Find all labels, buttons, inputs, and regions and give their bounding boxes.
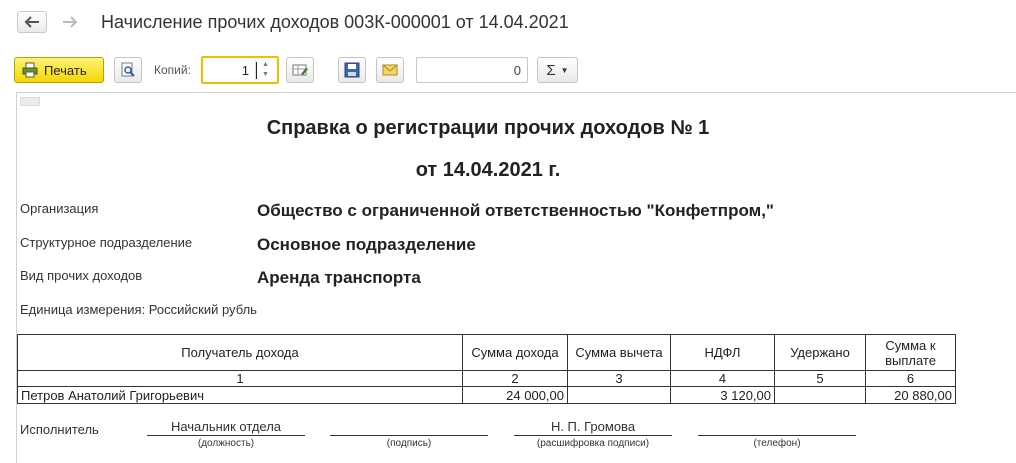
column-number: 4: [670, 370, 775, 387]
copies-value: 1: [241, 63, 249, 78]
header-recipient: Получатель дохода: [17, 334, 463, 371]
executor-label: Исполнитель: [20, 422, 99, 437]
dropdown-arrow-icon: ▼: [560, 65, 569, 75]
header-deduction-sum: Сумма вычета: [567, 334, 671, 371]
department-value: Основное подразделение: [257, 235, 476, 254]
document-corner-marker: [20, 97, 40, 106]
signature-name: Н. П. Громова (расшифровка подписи): [514, 419, 672, 449]
window-title: Начисление прочих доходов 003К-000001 от…: [101, 12, 569, 32]
sigma-icon: Σ: [546, 61, 556, 79]
header-payout-sum: Сумма к выплате: [865, 334, 956, 371]
income-table: Получатель дохода Сумма дохода Сумма выч…: [17, 334, 956, 404]
unit-of-measure: Единица измерения: Российский рубль: [20, 302, 257, 317]
sum-mode-button[interactable]: Σ ▼: [537, 57, 578, 83]
column-number: 5: [774, 370, 866, 387]
print-button-label: Печать: [44, 62, 87, 78]
sign-caption: (подпись): [386, 438, 432, 449]
copies-input[interactable]: 1 ▲ ▼: [201, 56, 279, 84]
envelope-icon: [382, 64, 398, 76]
preview-button[interactable]: [114, 57, 142, 83]
magnifier-page-icon: [121, 62, 135, 77]
arrow-left-icon: [24, 16, 39, 28]
back-button[interactable]: [17, 11, 47, 33]
document-date: от 14.04.2021 г.: [415, 159, 561, 181]
cell-recipient: Петров Анатолий Григорьевич: [17, 386, 463, 404]
income-type-label: Вид прочих доходов: [20, 268, 143, 283]
copies-label: Копий:: [154, 63, 191, 77]
header-ndfl: НДФЛ: [670, 334, 775, 371]
forward-button[interactable]: [55, 11, 85, 33]
edit-table-icon: [292, 64, 308, 76]
table-header-row: Получатель дохода Сумма дохода Сумма выч…: [17, 334, 956, 371]
floppy-disk-icon: [344, 62, 360, 78]
phone-value: [698, 419, 856, 436]
document-area: [16, 92, 1016, 463]
print-button[interactable]: Печать: [14, 57, 104, 83]
column-number: 6: [865, 370, 956, 387]
income-type-value: Аренда транспорта: [257, 268, 421, 287]
sum-value-field[interactable]: 0: [416, 57, 528, 83]
spin-up-icon[interactable]: ▲: [256, 60, 275, 70]
phone-caption: (телефон): [753, 438, 801, 449]
column-number: 1: [17, 370, 463, 387]
signature-position: Начальник отдела (должность): [147, 419, 305, 449]
cell-deduction-sum: [567, 386, 671, 404]
cell-income-sum: 24 000,00: [462, 386, 568, 404]
column-number: 2: [462, 370, 568, 387]
signature-sign: (подпись): [330, 419, 488, 449]
table-column-numbers-row: 1 2 3 4 5 6: [17, 370, 956, 387]
name-caption: (расшифровка подписи): [536, 438, 650, 449]
table-row: Петров Анатолий Григорьевич 24 000,00 3 …: [17, 386, 956, 404]
document-title: Справка о регистрации прочих доходов № 1: [266, 117, 710, 139]
sum-value: 0: [513, 63, 521, 78]
header-withheld: Удержано: [774, 334, 866, 371]
column-number: 3: [567, 370, 671, 387]
cell-payout-sum: 20 880,00: [865, 386, 956, 404]
edit-table-button[interactable]: [286, 57, 314, 83]
cell-withheld: [774, 386, 866, 404]
name-value: Н. П. Громова: [514, 419, 672, 436]
toolbar: Печать Копий: 1 ▲ ▼ 0 Σ ▼: [0, 56, 1016, 86]
send-email-button[interactable]: [376, 57, 404, 83]
save-button[interactable]: [338, 57, 366, 83]
title-bar: Начисление прочих доходов 003К-000001 от…: [0, 0, 1016, 46]
arrow-right-icon: [63, 16, 78, 28]
copies-spinner[interactable]: ▲ ▼: [255, 60, 275, 80]
position-caption: (должность): [197, 438, 255, 449]
cell-ndfl: 3 120,00: [670, 386, 775, 404]
organization-value: Общество с ограниченной ответственностью…: [257, 201, 774, 220]
sign-value: [330, 419, 488, 436]
organization-label: Организация: [20, 201, 99, 216]
printer-icon: [22, 62, 38, 78]
position-value: Начальник отдела: [147, 419, 305, 436]
department-label: Структурное подразделение: [20, 235, 193, 250]
signature-phone: (телефон): [698, 419, 856, 449]
spin-down-icon[interactable]: ▼: [256, 70, 275, 80]
header-income-sum: Сумма дохода: [462, 334, 568, 371]
